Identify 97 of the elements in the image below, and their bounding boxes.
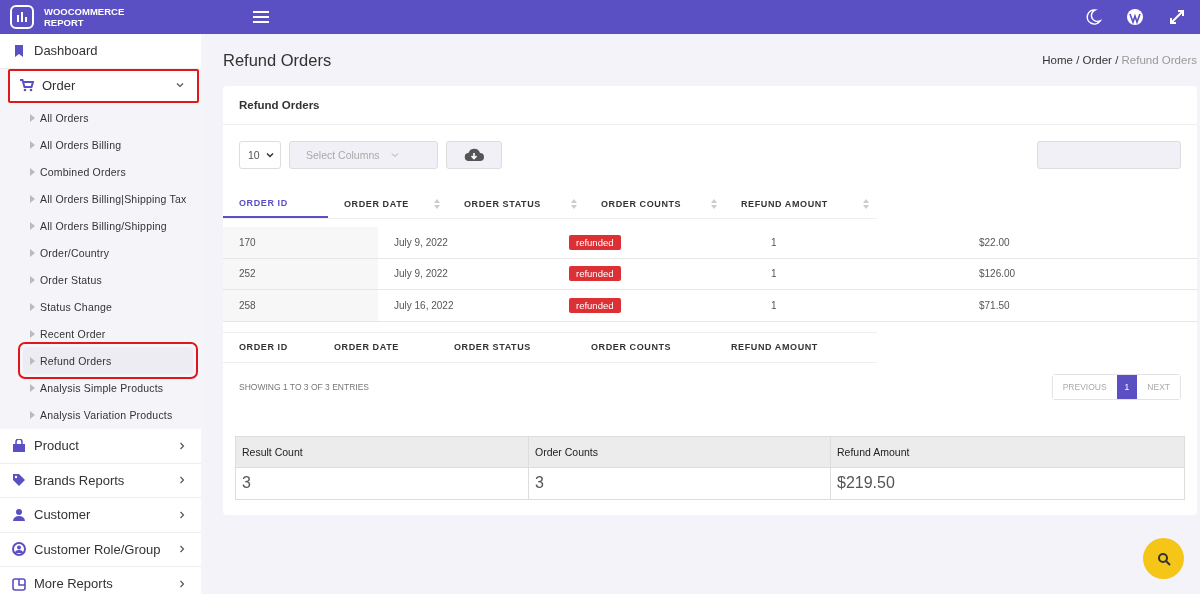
summary-header: Result Count <box>242 445 303 458</box>
page-length-select[interactable]: 10 <box>239 141 281 169</box>
triangle-icon <box>30 140 35 149</box>
card-title: Refund Orders <box>239 99 320 111</box>
summary-header: Refund Amount <box>837 445 910 458</box>
sidebar-item[interactable]: More Reports <box>0 567 201 594</box>
bag-icon <box>12 438 26 453</box>
chevron-down-icon <box>265 150 275 160</box>
search-button[interactable] <box>1143 538 1184 579</box>
sort-icon <box>434 199 440 209</box>
submenu-item[interactable]: Status Change <box>0 293 205 320</box>
submenu-item[interactable]: All Orders Billing/Shipping <box>0 212 205 239</box>
triangle-icon <box>30 329 35 338</box>
sidebar-item[interactable]: Product <box>0 429 201 464</box>
expand-icon[interactable] <box>1168 8 1186 26</box>
menu-icon[interactable] <box>252 10 270 24</box>
summary-header: Order Counts <box>535 445 599 458</box>
sidebar-item[interactable]: Order <box>8 68 199 103</box>
sidebar-item[interactable]: Customer Role/Group <box>0 532 201 567</box>
status-badge: refunded <box>569 266 621 282</box>
summary-value: 3 <box>535 474 544 492</box>
column-footer: ORDER ID <box>223 342 318 352</box>
table-cell: 258 <box>239 299 256 311</box>
triangle-icon <box>30 194 35 203</box>
column-footer: ORDER STATUS <box>438 342 575 352</box>
column-header[interactable]: ORDER STATUS <box>448 190 585 218</box>
submenu-item[interactable]: All Orders <box>0 104 205 131</box>
column-header[interactable]: ORDER DATE <box>328 190 448 218</box>
table-cell: 252 <box>239 268 256 280</box>
column-header[interactable]: REFUND AMOUNT <box>725 190 877 218</box>
column-header[interactable]: ORDER ID <box>223 190 328 218</box>
submenu-item[interactable]: Analysis Variation Products <box>0 401 205 428</box>
table-cell: 170 <box>239 236 256 248</box>
sidebar-item[interactable]: Customer <box>0 498 201 533</box>
bar-chart-logo-icon <box>10 5 34 29</box>
status-badge: refunded <box>569 297 621 313</box>
table-cell: $126.00 <box>979 268 1016 280</box>
triangle-icon <box>30 383 35 392</box>
submenu-item[interactable]: Order/Country <box>0 239 205 266</box>
breadcrumb-separator: / <box>1075 54 1081 66</box>
table-cell: July 16, 2022 <box>394 299 454 311</box>
download-button[interactable] <box>446 141 502 169</box>
triangle-icon <box>30 113 35 122</box>
moon-icon[interactable] <box>1084 8 1102 26</box>
pagination-button[interactable]: 1 <box>1116 374 1138 399</box>
column-footer: ORDER DATE <box>318 342 438 352</box>
sidebar-item[interactable]: Brands Reports <box>0 463 201 498</box>
submenu-item[interactable]: All Orders Billing|Shipping Tax <box>0 185 205 212</box>
sidebar-item[interactable]: Dashboard <box>0 34 201 69</box>
submenu-item[interactable]: Analysis Simple Products <box>0 374 205 401</box>
triangle-icon <box>30 248 35 257</box>
search-field[interactable] <box>1037 141 1181 169</box>
breadcrumb-separator: / <box>1114 54 1120 66</box>
chevron-right-icon <box>177 544 187 555</box>
table-cell: July 9, 2022 <box>394 236 448 248</box>
chevron-right-icon <box>177 475 187 486</box>
brand-name: WOOCOMMERCE REPORT <box>44 6 126 28</box>
submenu-item[interactable]: Combined Orders <box>0 158 205 185</box>
breadcrumb: Home / Order / Refund Orders <box>1042 54 1197 66</box>
entries-info: SHOWING 1 TO 3 OF 3 ENTRIES <box>239 381 370 392</box>
sort-icon <box>571 199 577 209</box>
sort-icon <box>711 199 717 209</box>
chevron-right-icon <box>177 440 187 451</box>
wordpress-icon[interactable] <box>1126 8 1144 26</box>
column-footer: REFUND AMOUNT <box>715 342 867 352</box>
table-cell: $71.50 <box>979 299 1010 311</box>
summary-value: 3 <box>242 474 251 492</box>
tag-icon <box>12 473 26 488</box>
triangle-icon <box>30 221 35 230</box>
column-header[interactable]: ORDER COUNTS <box>585 190 725 218</box>
summary-value: $219.50 <box>837 474 895 492</box>
user-icon <box>12 507 26 522</box>
page-title: Refund Orders <box>222 50 332 70</box>
chevron-right-icon <box>177 578 187 589</box>
table-cell: July 9, 2022 <box>394 268 448 280</box>
status-badge: refunded <box>569 234 621 250</box>
cart-icon <box>20 78 34 93</box>
chevron-down-icon <box>389 150 400 160</box>
table-cell: $22.00 <box>979 236 1010 248</box>
bookmark-icon <box>12 43 26 58</box>
column-footer: ORDER COUNTS <box>575 342 715 352</box>
table-cell: 1 <box>771 299 777 311</box>
triangle-icon <box>30 410 35 419</box>
submenu-item[interactable]: All Orders Billing <box>0 131 205 158</box>
triangle-icon <box>30 275 35 284</box>
table-cell: 1 <box>771 236 777 248</box>
triangle-icon <box>30 167 35 176</box>
submenu-item[interactable]: Order Status <box>0 266 205 293</box>
triangle-icon <box>30 302 35 311</box>
sort-icon <box>863 199 869 209</box>
table-cell: 1 <box>771 268 777 280</box>
user-circle-icon <box>12 542 26 557</box>
chevron-right-icon <box>177 509 187 520</box>
search-icon <box>1156 551 1171 566</box>
submenu-item[interactable]: Recent Order <box>0 320 205 347</box>
triangle-icon <box>30 356 35 365</box>
cloud-download-icon <box>464 147 484 163</box>
